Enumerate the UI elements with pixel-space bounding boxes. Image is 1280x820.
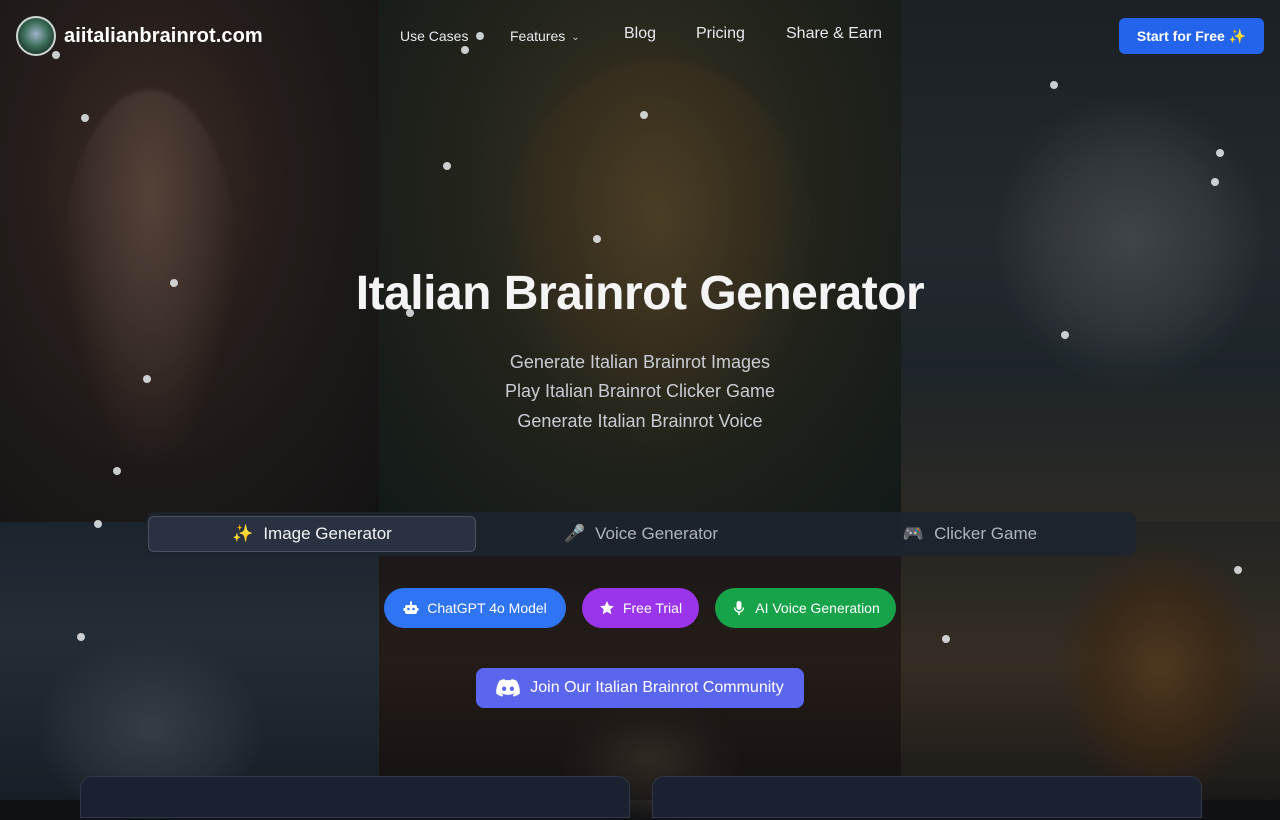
tab-voice-generator[interactable]: 🎤 Voice Generator — [476, 516, 806, 552]
particle — [593, 235, 601, 243]
site-logo[interactable] — [16, 16, 56, 56]
particle — [1061, 331, 1069, 339]
page-title: Italian Brainrot Generator — [355, 267, 925, 320]
star-icon — [599, 601, 614, 615]
badge-label: ChatGPT 4o Model — [427, 600, 547, 616]
tab-clicker-game[interactable]: 🎮 Clicker Game — [806, 516, 1134, 552]
particle — [1050, 81, 1058, 89]
particle — [94, 520, 102, 528]
discord-icon — [496, 679, 521, 697]
tab-label: Voice Generator — [595, 524, 719, 543]
tab-label: Clicker Game — [934, 524, 1038, 543]
top-navbar: aiitalianbrainrot.com Use Cases Features… — [0, 0, 1280, 72]
hero-line-images: Generate Italian Brainrot Images — [509, 352, 771, 372]
community-label: Join Our Italian Brainrot Community — [530, 679, 784, 696]
robot-icon — [403, 601, 419, 614]
nav-features[interactable]: Features ⌄ — [510, 28, 580, 44]
sparkles-icon: ✨ — [232, 524, 254, 543]
nav-blog[interactable]: Blog — [624, 25, 656, 43]
game-controller-icon: 🎮 — [902, 524, 925, 543]
particle — [1216, 149, 1224, 157]
chevron-down-icon: ⌄ — [571, 31, 580, 43]
microphone-icon: 🎤 — [563, 524, 586, 543]
free-trial-badge[interactable]: Free Trial — [582, 588, 699, 628]
nav-use-cases[interactable]: Use Cases — [400, 28, 468, 44]
hero-line-clicker: Play Italian Brainrot Clicker Game — [504, 381, 776, 401]
start-for-free-button[interactable]: Start for Free ✨ — [1119, 18, 1264, 54]
particle — [640, 111, 648, 119]
particle — [443, 162, 451, 170]
badge-label: Free Trial — [622, 600, 683, 616]
generator-card-right — [652, 776, 1202, 818]
particle — [942, 635, 950, 643]
particle — [1234, 566, 1242, 574]
particle — [1211, 178, 1219, 186]
nav-share-earn[interactable]: Share & Earn — [786, 25, 882, 43]
brand[interactable]: aiitalianbrainrot.com — [16, 16, 263, 56]
particle — [81, 114, 89, 122]
hero-line-voice: Generate Italian Brainrot Voice — [517, 411, 763, 431]
particle — [113, 467, 121, 475]
tab-label: Image Generator — [263, 524, 392, 543]
chatgpt-model-badge[interactable]: ChatGPT 4o Model — [384, 588, 566, 628]
tab-image-generator[interactable]: ✨ Image Generator — [148, 516, 476, 552]
ai-voice-badge[interactable]: AI Voice Generation — [715, 588, 896, 628]
particle — [77, 633, 85, 641]
generator-card-left — [80, 776, 630, 818]
badge-label: AI Voice Generation — [755, 600, 880, 616]
brand-name[interactable]: aiitalianbrainrot.com — [64, 25, 263, 48]
microphone-icon — [734, 601, 745, 615]
nav-features-label: Features — [510, 28, 566, 44]
nav-pricing[interactable]: Pricing — [696, 25, 745, 43]
generator-tabs: ✨ Image Generator 🎤 Voice Generator 🎮 Cl… — [146, 512, 1136, 556]
join-community-button[interactable]: Join Our Italian Brainrot Community — [476, 668, 804, 708]
